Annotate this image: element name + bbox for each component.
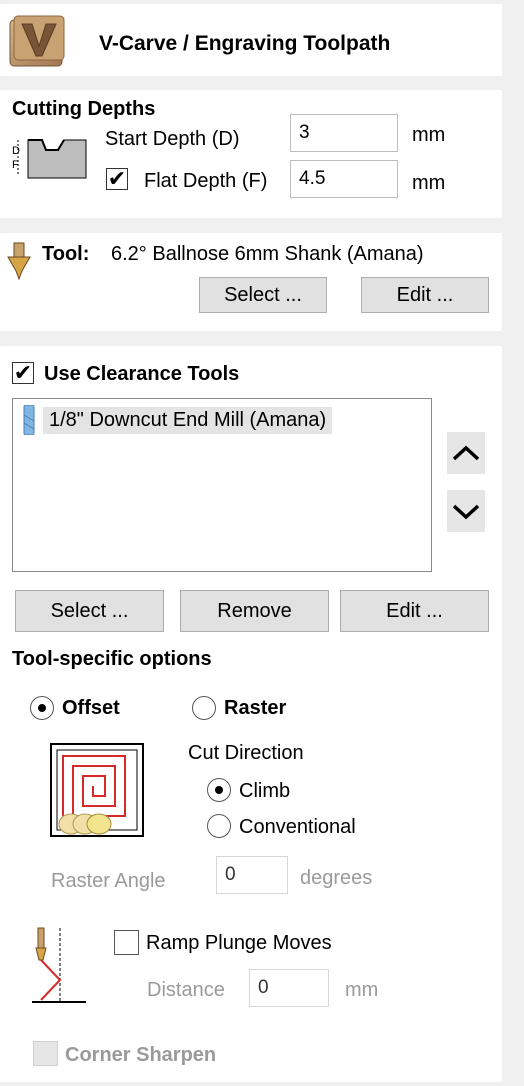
clearance-panel: ✔ Use Clearance Tools 1/8" Downcut End M… [0,346,502,1082]
chevron-down-icon [452,504,480,520]
offset-label: Offset [62,697,120,719]
endmill-icon [23,405,35,435]
raster-angle-label: Raster Angle [51,870,166,892]
start-depth-unit: mm [412,124,446,146]
raster-label: Raster [224,697,287,719]
start-depth-input[interactable]: 3 [290,114,398,152]
depth-diagram-icon: D F [12,139,87,179]
move-down-button[interactable] [447,490,485,532]
clearance-select-button[interactable]: Select ... [15,590,164,632]
clearance-tool-list[interactable]: 1/8" Downcut End Mill (Amana) [12,398,432,572]
offset-strategy-icon [50,743,144,837]
corner-sharpen-label: Corner Sharpen [65,1044,217,1066]
tool-label: Tool: [42,243,90,265]
flat-depth-unit: mm [412,172,446,194]
ramp-plunge-label: Ramp Plunge Moves [146,932,332,954]
raster-angle-input[interactable]: 0 [216,856,288,894]
raster-angle-unit: degrees [300,867,373,889]
check-icon: ✔ [107,166,127,191]
tool-name: 6.2° Ballnose 6mm Shank (Amana) [111,243,424,265]
flat-depth-label: Flat Depth (F) [144,170,268,192]
ramp-plunge-checkbox[interactable] [114,930,139,955]
tool-select-button[interactable]: Select ... [199,277,327,313]
depth-f-letter: F [12,159,19,171]
cutting-depths-panel: Cutting Depths D F Start Depth (D) 3 mm … [0,90,502,218]
page-title: V-Carve / Engraving Toolpath [99,32,391,55]
distance-input[interactable]: 0 [249,969,329,1007]
flat-depth-input[interactable]: 4.5 [290,160,398,198]
tool-panel: Tool: 6.2° Ballnose 6mm Shank (Amana) Se… [0,233,502,331]
move-up-button[interactable] [447,432,485,474]
start-depth-label: Start Depth (D) [105,128,240,150]
clearance-remove-button[interactable]: Remove [180,590,329,632]
list-item-label: 1/8" Downcut End Mill (Amana) [43,406,333,434]
cut-direction-label: Cut Direction [188,742,304,764]
tool-edit-button[interactable]: Edit ... [361,277,489,313]
corner-sharpen-checkbox[interactable] [33,1041,58,1066]
conventional-label: Conventional [239,816,356,838]
use-clearance-checkbox[interactable]: ✔ [12,362,34,384]
tool-options-heading: Tool-specific options [12,648,212,670]
conventional-radio[interactable] [207,814,231,838]
depth-d-letter: D [12,145,20,157]
flat-depth-checkbox[interactable]: ✔ [106,168,128,190]
use-clearance-label: Use Clearance Tools [44,363,240,385]
offset-radio[interactable] [30,696,54,720]
header-panel: V-Carve / Engraving Toolpath [0,4,502,76]
clearance-edit-button[interactable]: Edit ... [340,590,489,632]
raster-radio[interactable] [192,696,216,720]
radio-dot [215,786,223,794]
list-item[interactable]: 1/8" Downcut End Mill (Amana) [21,405,333,435]
ramp-plunge-icon [32,927,86,1003]
distance-unit: mm [345,979,379,1001]
chevron-up-icon [452,445,480,461]
check-icon: ✔ [13,360,33,385]
climb-label: Climb [239,780,291,802]
radio-dot [38,704,46,712]
distance-label: Distance [147,979,225,1001]
cutting-depths-heading: Cutting Depths [12,98,156,120]
ballnose-tool-icon [7,242,31,281]
climb-radio[interactable] [207,778,231,802]
vcarve-logo-icon [9,15,65,67]
